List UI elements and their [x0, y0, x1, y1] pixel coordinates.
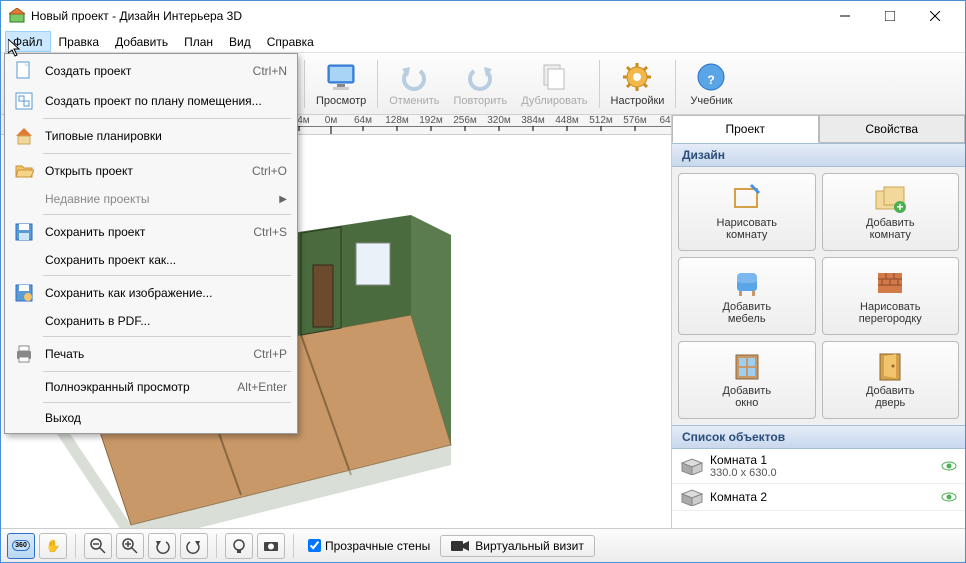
menu-save-image[interactable]: Сохранить как изображение... [7, 278, 295, 308]
window-icon [731, 351, 763, 383]
room-shape-icon [680, 457, 704, 475]
btn-add-furniture[interactable]: Добавить мебель [678, 257, 816, 335]
menu-exit[interactable]: Выход [7, 405, 295, 431]
svg-text:?: ? [708, 73, 715, 87]
pan-button[interactable]: ✋ [39, 533, 67, 559]
menu-edit[interactable]: Правка [51, 31, 108, 52]
gear-icon [621, 61, 653, 93]
btn-draw-partition[interactable]: Нарисовать перегородку [822, 257, 960, 335]
hand-icon: ✋ [46, 539, 61, 553]
undo-icon [398, 61, 430, 93]
light-button[interactable] [225, 533, 253, 559]
plan-icon [11, 90, 37, 112]
zoom-in-icon [122, 538, 138, 554]
bottombar: 360 ✋ Прозрачные стены Виртуальный визит [1, 528, 965, 562]
draw-room-icon [731, 183, 763, 215]
menu-new-from-plan[interactable]: Создать проект по плану помещения... [7, 86, 295, 116]
menu-add[interactable]: Добавить [107, 31, 176, 52]
minimize-button[interactable] [822, 2, 867, 30]
menu-help[interactable]: Справка [259, 31, 322, 52]
titlebar: Новый проект - Дизайн Интерьера 3D [1, 1, 965, 31]
window-title: Новый проект - Дизайн Интерьера 3D [31, 9, 242, 23]
save-icon [11, 221, 37, 243]
btn-add-door[interactable]: Добавить дверь [822, 341, 960, 419]
monitor-icon [325, 61, 357, 93]
open-folder-icon [11, 160, 37, 182]
house-icon [11, 125, 37, 147]
menu-save-pdf[interactable]: Сохранить в PDF... [7, 308, 295, 334]
object-row[interactable]: Комната 1 330.0 x 630.0 [672, 449, 965, 484]
menu-recent-projects: Недавние проекты ▶ [7, 186, 295, 212]
video-camera-icon [451, 540, 469, 552]
save-image-icon [11, 282, 37, 304]
menu-save-as[interactable]: Сохранить проект как... [7, 247, 295, 273]
zoom-out-button[interactable] [84, 533, 112, 559]
maximize-button[interactable] [867, 2, 912, 30]
menu-save-project[interactable]: Сохранить проект Ctrl+S [7, 217, 295, 247]
section-design-header: Дизайн [672, 143, 965, 167]
btn-add-room[interactable]: + Добавить комнату [822, 173, 960, 251]
objects-list: Комната 1 330.0 x 630.0 Комната 2 [672, 449, 965, 528]
door-icon [874, 351, 906, 383]
print-icon [11, 343, 37, 365]
menu-new-project[interactable]: Создать проект Ctrl+N [7, 56, 295, 86]
menu-fullscreen[interactable]: Полноэкранный просмотр Alt+Enter [7, 374, 295, 400]
help-icon: ? [695, 61, 727, 93]
add-room-icon: + [874, 183, 906, 215]
bulb-icon [231, 538, 247, 554]
visibility-eye-icon[interactable] [941, 460, 957, 472]
menubar: Файл Правка Добавить План Вид Справка [1, 31, 965, 53]
toolbar-duplicate[interactable]: Дублировать [515, 56, 593, 112]
btn-draw-room[interactable]: Нарисовать комнату [678, 173, 816, 251]
furniture-icon [731, 267, 763, 299]
rotate-right-icon [186, 538, 202, 554]
duplicate-icon [538, 61, 570, 93]
view-360-button[interactable]: 360 [7, 533, 35, 559]
object-row[interactable]: Комната 2 [672, 484, 965, 511]
transparent-walls-checkbox[interactable]: Прозрачные стены [308, 539, 430, 553]
file-menu-dropdown: Создать проект Ctrl+N Создать проект по … [4, 53, 298, 434]
toolbar-tutorial[interactable]: ? Учебник [681, 56, 741, 112]
menu-view[interactable]: Вид [221, 31, 259, 52]
menu-typical-layouts[interactable]: Типовые планировки [7, 121, 295, 151]
close-button[interactable] [912, 2, 957, 30]
right-panel: Проект Свойства Дизайн Нарисовать комнат… [671, 115, 965, 528]
rotate-left-button[interactable] [148, 533, 176, 559]
camera-icon [263, 538, 279, 554]
room-shape-icon [680, 488, 704, 506]
wall-icon [874, 267, 906, 299]
rotate-left-icon [154, 538, 170, 554]
rotate-right-button[interactable] [180, 533, 208, 559]
section-objects-header: Список объектов [672, 425, 965, 449]
visibility-eye-icon[interactable] [941, 491, 957, 503]
redo-icon [464, 61, 496, 93]
new-file-icon [11, 60, 37, 82]
app-icon [9, 8, 25, 24]
tab-properties[interactable]: Свойства [819, 115, 966, 143]
menu-print[interactable]: Печать Ctrl+P [7, 339, 295, 369]
zoom-out-icon [90, 538, 106, 554]
menu-file[interactable]: Файл [5, 31, 51, 52]
btn-add-window[interactable]: Добавить окно [678, 341, 816, 419]
svg-text:+: + [897, 200, 904, 214]
virtual-visit-button[interactable]: Виртуальный визит [440, 535, 595, 557]
tab-project[interactable]: Проект [672, 115, 819, 143]
menu-plan[interactable]: План [176, 31, 221, 52]
camera-button[interactable] [257, 533, 285, 559]
toolbar-redo[interactable]: Повторить [448, 56, 514, 112]
toolbar-undo[interactable]: Отменить [383, 56, 445, 112]
toolbar-preview[interactable]: Просмотр [310, 56, 372, 112]
zoom-in-button[interactable] [116, 533, 144, 559]
menu-open-project[interactable]: Открыть проект Ctrl+O [7, 156, 295, 186]
toolbar-settings[interactable]: Настройки [605, 56, 671, 112]
